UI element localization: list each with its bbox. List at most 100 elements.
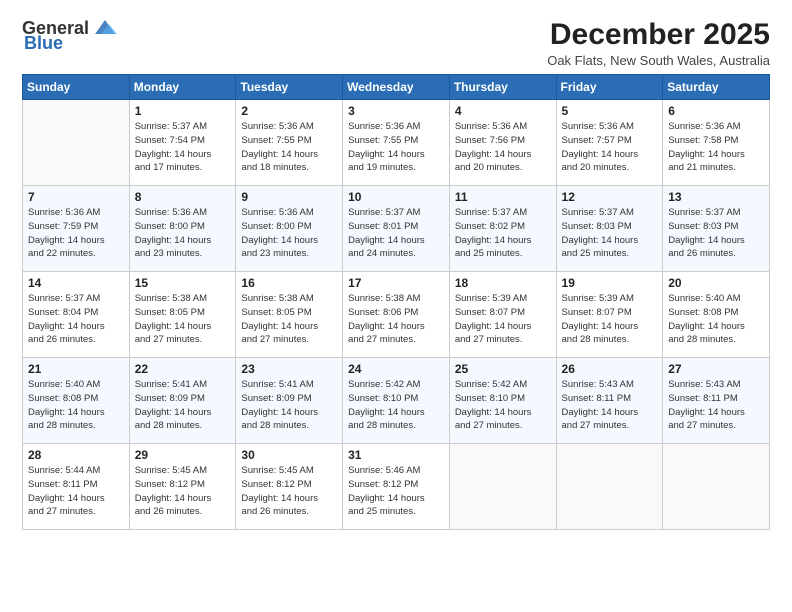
calendar-cell: 20 Sunrise: 5:40 AMSunset: 8:08 PMDayligh…: [663, 272, 770, 358]
week-row-4: 21Sunrise: 5:40 AMSunset: 8:08 PMDayligh…: [23, 358, 770, 444]
calendar-cell: 28Sunrise: 5:44 AMSunset: 8:11 PMDayligh…: [23, 444, 130, 530]
day-info: Sunrise: 5:37 AMSunset: 8:03 PMDaylight:…: [562, 206, 658, 261]
day-info: Sunrise: 5:36 AMSunset: 8:00 PMDaylight:…: [135, 206, 231, 261]
day-info: Sunrise: 5:37 AMSunset: 7:54 PMDaylight:…: [135, 120, 231, 175]
calendar-body: 1 Sunrise: 5:37 AMSunset: 7:54 PMDaylight…: [23, 100, 770, 530]
logo-icon: [91, 16, 119, 38]
day-number: 9: [241, 190, 337, 204]
calendar-cell: [663, 444, 770, 530]
day-info: Sunrise: 5:41 AMSunset: 8:09 PMDaylight:…: [241, 378, 337, 433]
day-info: Sunrise: 5:37 AMSunset: 8:03 PMDaylight:…: [668, 206, 764, 261]
day-info: Sunrise: 5:37 AMSunset: 8:01 PMDaylight:…: [348, 206, 444, 261]
day-info: Sunrise: 5:36 AMSunset: 7:58 PMDaylight:…: [668, 120, 764, 175]
calendar-cell: 23 Sunrise: 5:41 AMSunset: 8:09 PMDayligh…: [236, 358, 343, 444]
calendar-cell: [23, 100, 130, 186]
header: General Blue December 2025 Oak Flats, Ne…: [22, 18, 770, 68]
day-number: 12: [562, 190, 658, 204]
day-info: Sunrise: 5:41 AMSunset: 8:09 PMDaylight:…: [135, 378, 231, 433]
calendar-cell: 10 Sunrise: 5:37 AMSunset: 8:01 PMDayligh…: [343, 186, 450, 272]
calendar-header: SundayMondayTuesdayWednesdayThursdayFrid…: [23, 75, 770, 100]
calendar-cell: 17 Sunrise: 5:38 AMSunset: 8:06 PMDayligh…: [343, 272, 450, 358]
day-number: 16: [241, 276, 337, 290]
calendar-cell: [449, 444, 556, 530]
day-number: 31: [348, 448, 444, 462]
location-title: Oak Flats, New South Wales, Australia: [547, 53, 770, 68]
day-info: Sunrise: 5:39 AMSunset: 8:07 PMDaylight:…: [562, 292, 658, 347]
calendar-cell: 12 Sunrise: 5:37 AMSunset: 8:03 PMDayligh…: [556, 186, 663, 272]
day-info: Sunrise: 5:37 AMSunset: 8:02 PMDaylight:…: [455, 206, 551, 261]
day-number: 19: [562, 276, 658, 290]
day-info: Sunrise: 5:42 AMSunset: 8:10 PMDaylight:…: [348, 378, 444, 433]
day-number: 10: [348, 190, 444, 204]
calendar-cell: 31 Sunrise: 5:46 AMSunset: 8:12 PMDayligh…: [343, 444, 450, 530]
day-number: 18: [455, 276, 551, 290]
day-number: 28: [28, 448, 124, 462]
day-number: 14: [28, 276, 124, 290]
day-number: 22: [135, 362, 231, 376]
day-number: 7: [28, 190, 124, 204]
day-info: Sunrise: 5:40 AMSunset: 8:08 PMDaylight:…: [668, 292, 764, 347]
calendar-cell: 13 Sunrise: 5:37 AMSunset: 8:03 PMDayligh…: [663, 186, 770, 272]
day-info: Sunrise: 5:42 AMSunset: 8:10 PMDaylight:…: [455, 378, 551, 433]
calendar-cell: 24 Sunrise: 5:42 AMSunset: 8:10 PMDayligh…: [343, 358, 450, 444]
day-number: 1: [135, 104, 231, 118]
calendar-cell: 4 Sunrise: 5:36 AMSunset: 7:56 PMDaylight…: [449, 100, 556, 186]
calendar: SundayMondayTuesdayWednesdayThursdayFrid…: [22, 74, 770, 530]
day-number: 6: [668, 104, 764, 118]
day-number: 24: [348, 362, 444, 376]
day-info: Sunrise: 5:45 AMSunset: 8:12 PMDaylight:…: [241, 464, 337, 519]
calendar-cell: 16 Sunrise: 5:38 AMSunset: 8:05 PMDayligh…: [236, 272, 343, 358]
weekday-header-saturday: Saturday: [663, 75, 770, 100]
calendar-cell: 18 Sunrise: 5:39 AMSunset: 8:07 PMDayligh…: [449, 272, 556, 358]
weekday-header-friday: Friday: [556, 75, 663, 100]
logo-area: General Blue: [22, 18, 119, 54]
calendar-cell: 14 Sunrise: 5:37 AMSunset: 8:04 PMDayligh…: [23, 272, 130, 358]
calendar-cell: 8 Sunrise: 5:36 AMSunset: 8:00 PMDaylight…: [129, 186, 236, 272]
logo-blue-text: Blue: [24, 33, 63, 54]
day-info: Sunrise: 5:36 AMSunset: 7:59 PMDaylight:…: [28, 206, 124, 261]
day-info: Sunrise: 5:36 AMSunset: 7:55 PMDaylight:…: [241, 120, 337, 175]
day-info: Sunrise: 5:36 AMSunset: 7:55 PMDaylight:…: [348, 120, 444, 175]
day-info: Sunrise: 5:45 AMSunset: 8:12 PMDaylight:…: [135, 464, 231, 519]
day-number: 27: [668, 362, 764, 376]
calendar-cell: 1 Sunrise: 5:37 AMSunset: 7:54 PMDaylight…: [129, 100, 236, 186]
calendar-cell: 7 Sunrise: 5:36 AMSunset: 7:59 PMDaylight…: [23, 186, 130, 272]
day-info: Sunrise: 5:43 AMSunset: 8:11 PMDaylight:…: [562, 378, 658, 433]
day-number: 20: [668, 276, 764, 290]
weekday-header-thursday: Thursday: [449, 75, 556, 100]
weekday-header-monday: Monday: [129, 75, 236, 100]
day-number: 30: [241, 448, 337, 462]
day-number: 15: [135, 276, 231, 290]
day-info: Sunrise: 5:46 AMSunset: 8:12 PMDaylight:…: [348, 464, 444, 519]
calendar-cell: 19 Sunrise: 5:39 AMSunset: 8:07 PMDayligh…: [556, 272, 663, 358]
day-number: 8: [135, 190, 231, 204]
day-info: Sunrise: 5:37 AMSunset: 8:04 PMDaylight:…: [28, 292, 124, 347]
day-info: Sunrise: 5:40 AMSunset: 8:08 PMDaylight:…: [28, 378, 124, 433]
day-number: 13: [668, 190, 764, 204]
calendar-cell: 26Sunrise: 5:43 AMSunset: 8:11 PMDayligh…: [556, 358, 663, 444]
calendar-cell: 15Sunrise: 5:38 AMSunset: 8:05 PMDayligh…: [129, 272, 236, 358]
weekday-row: SundayMondayTuesdayWednesdayThursdayFrid…: [23, 75, 770, 100]
calendar-cell: 9 Sunrise: 5:36 AMSunset: 8:00 PMDaylight…: [236, 186, 343, 272]
calendar-cell: 3Sunrise: 5:36 AMSunset: 7:55 PMDaylight…: [343, 100, 450, 186]
calendar-cell: 21Sunrise: 5:40 AMSunset: 8:08 PMDayligh…: [23, 358, 130, 444]
day-info: Sunrise: 5:39 AMSunset: 8:07 PMDaylight:…: [455, 292, 551, 347]
day-info: Sunrise: 5:43 AMSunset: 8:11 PMDaylight:…: [668, 378, 764, 433]
calendar-cell: 25Sunrise: 5:42 AMSunset: 8:10 PMDayligh…: [449, 358, 556, 444]
day-number: 29: [135, 448, 231, 462]
calendar-cell: [556, 444, 663, 530]
day-number: 23: [241, 362, 337, 376]
calendar-cell: 27 Sunrise: 5:43 AMSunset: 8:11 PMDayligh…: [663, 358, 770, 444]
calendar-cell: 6 Sunrise: 5:36 AMSunset: 7:58 PMDaylight…: [663, 100, 770, 186]
day-number: 4: [455, 104, 551, 118]
weekday-header-wednesday: Wednesday: [343, 75, 450, 100]
day-info: Sunrise: 5:36 AMSunset: 8:00 PMDaylight:…: [241, 206, 337, 261]
day-number: 17: [348, 276, 444, 290]
day-info: Sunrise: 5:36 AMSunset: 7:57 PMDaylight:…: [562, 120, 658, 175]
calendar-cell: 30 Sunrise: 5:45 AMSunset: 8:12 PMDayligh…: [236, 444, 343, 530]
weekday-header-sunday: Sunday: [23, 75, 130, 100]
day-info: Sunrise: 5:38 AMSunset: 8:05 PMDaylight:…: [241, 292, 337, 347]
title-area: December 2025 Oak Flats, New South Wales…: [547, 18, 770, 68]
day-info: Sunrise: 5:36 AMSunset: 7:56 PMDaylight:…: [455, 120, 551, 175]
day-info: Sunrise: 5:38 AMSunset: 8:06 PMDaylight:…: [348, 292, 444, 347]
